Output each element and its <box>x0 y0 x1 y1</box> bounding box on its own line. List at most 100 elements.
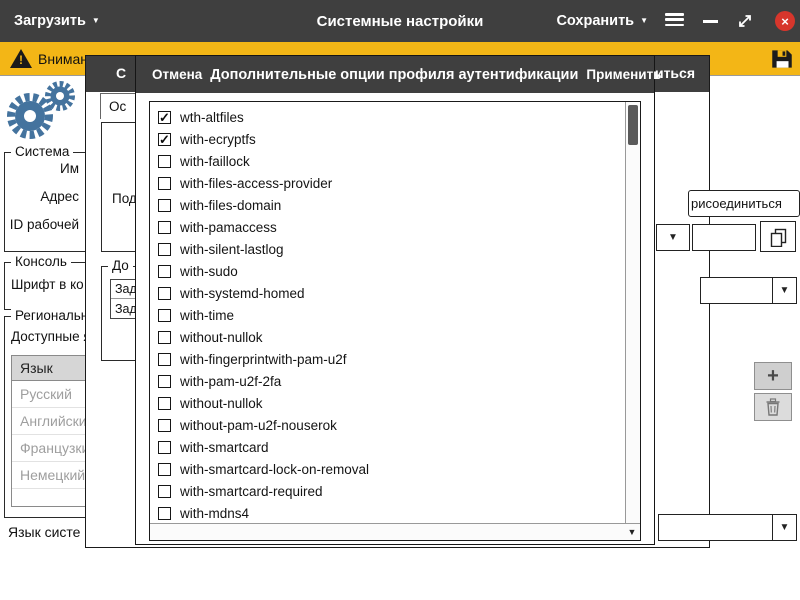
system-language-label: Язык систе <box>8 524 80 540</box>
option-checkbox[interactable] <box>158 199 171 212</box>
option-checkbox[interactable] <box>158 309 171 322</box>
dropdown-select[interactable]: ▼ <box>700 277 797 304</box>
option-checkbox[interactable] <box>158 441 171 454</box>
scrollbar-thumb[interactable] <box>628 105 638 145</box>
scroll-down-arrow[interactable]: ▼ <box>625 524 639 539</box>
option-label: with-pamaccess <box>180 220 277 235</box>
auth-option-row[interactable]: with-pamaccess <box>150 216 625 238</box>
save-file-button[interactable] <box>769 46 795 72</box>
option-checkbox[interactable] <box>158 485 171 498</box>
close-icon: × <box>781 14 789 29</box>
auth-option-row[interactable]: with-systemd-homed <box>150 282 625 304</box>
warning-exclamation: ! <box>10 53 32 67</box>
auth-option-row[interactable]: with-files-domain <box>150 194 625 216</box>
auth-option-row[interactable]: with-files-access-provider <box>150 172 625 194</box>
auth-option-row[interactable]: with-faillock <box>150 150 625 172</box>
additional-fieldset-legend: До <box>108 258 133 273</box>
text-field[interactable] <box>692 224 756 251</box>
option-checkbox[interactable] <box>158 177 171 190</box>
join-button-label: рисоединиться <box>691 196 782 211</box>
system-section-legend: Система <box>11 144 73 159</box>
dropdown-arrow-button[interactable]: ▼ <box>656 224 690 251</box>
console-section-legend: Консоль <box>11 254 71 269</box>
titlebar: Системные настройки Загрузить ▼ Сохранит… <box>0 0 800 42</box>
option-checkbox[interactable] <box>158 419 171 432</box>
auth-option-row[interactable]: without-pam-u2f-nouserok <box>150 414 625 436</box>
auth-option-row[interactable]: with-fingerprintwith-pam-u2f <box>150 348 625 370</box>
option-checkbox[interactable] <box>158 507 171 520</box>
auth-option-row[interactable]: with-mdns4 <box>150 502 625 523</box>
horizontal-scrollbar: ▼ <box>150 523 640 540</box>
hamburger-bar <box>665 13 684 16</box>
option-checkbox[interactable] <box>158 331 171 344</box>
option-checkbox[interactable] <box>158 397 171 410</box>
option-label: with-smartcard-required <box>180 484 323 499</box>
auth-option-row[interactable]: with-smartcard-lock-on-removal <box>150 458 625 480</box>
regional-section-legend: Региональн <box>11 308 92 323</box>
option-checkbox[interactable] <box>158 265 171 278</box>
plus-icon: + <box>767 365 779 388</box>
auth-option-row[interactable]: with-pam-u2f-2fa <box>150 370 625 392</box>
auth-option-row[interactable]: without-nullok <box>150 392 625 414</box>
apply-button[interactable]: Применить <box>578 63 669 86</box>
vertical-scrollbar <box>625 102 640 523</box>
auth-options-modal-header: Отмена Дополнительные опции профиля ауте… <box>136 56 654 93</box>
auth-option-row[interactable]: ✓with-ecryptfs <box>150 128 625 150</box>
close-button[interactable]: × <box>775 11 795 31</box>
auth-option-row[interactable]: with-smartcard-required <box>150 480 625 502</box>
duplicate-button[interactable] <box>760 221 796 252</box>
option-checkbox[interactable] <box>158 375 171 388</box>
option-label: without-nullok <box>180 330 263 345</box>
option-label: wth-altfiles <box>180 110 244 125</box>
option-checkbox[interactable] <box>158 221 171 234</box>
save-menu-button[interactable]: Сохранить ▼ <box>556 0 648 42</box>
console-font-label: Шрифт в ко <box>11 277 84 292</box>
option-checkbox[interactable]: ✓ <box>158 111 171 124</box>
option-label: with-fingerprintwith-pam-u2f <box>180 352 347 367</box>
option-label: with-smartcard-lock-on-removal <box>180 462 369 477</box>
add-button[interactable]: + <box>754 362 792 390</box>
auth-option-row[interactable]: with-silent-lastlog <box>150 238 625 260</box>
delete-button[interactable] <box>754 393 792 421</box>
auth-option-row[interactable]: with-sudo <box>150 260 625 282</box>
field-label-fragment: Под <box>112 191 137 206</box>
option-label: with-files-access-provider <box>180 176 332 191</box>
chevron-down-icon: ▼ <box>772 278 796 303</box>
available-languages-label: Доступные я <box>11 329 91 344</box>
auth-option-row[interactable]: ✓ wth-altfiles <box>150 106 625 128</box>
option-label: with-faillock <box>180 154 250 169</box>
option-label: with-silent-lastlog <box>180 242 284 257</box>
auth-option-row[interactable]: with-time <box>150 304 625 326</box>
option-label: with-sudo <box>180 264 238 279</box>
option-checkbox[interactable] <box>158 287 171 300</box>
auth-option-row[interactable]: with-smartcard <box>150 436 625 458</box>
auth-option-row[interactable]: without-nullok <box>150 326 625 348</box>
option-checkbox[interactable] <box>158 155 171 168</box>
option-label: with-time <box>180 308 234 323</box>
option-label: with-systemd-homed <box>180 286 305 301</box>
option-checkbox[interactable] <box>158 353 171 366</box>
option-label: without-pam-u2f-nouserok <box>180 418 337 433</box>
hamburger-bar <box>665 24 684 27</box>
screen: Системные настройки Загрузить ▼ Сохранит… <box>0 0 800 600</box>
address-field-label: Адрес <box>5 189 79 204</box>
hamburger-menu-button[interactable] <box>665 13 684 29</box>
minimize-button[interactable] <box>703 20 718 23</box>
save-menu-label: Сохранить <box>556 13 634 29</box>
dropdown-select[interactable]: ▼ <box>658 514 797 541</box>
expand-button[interactable] <box>736 12 754 30</box>
option-checkbox[interactable] <box>158 243 171 256</box>
trash-icon <box>764 397 782 417</box>
option-label: with-mdns4 <box>180 506 249 521</box>
gears-logo-icon <box>4 78 82 144</box>
option-checkbox[interactable] <box>158 463 171 476</box>
modal-title: Дополнительные опции профиля аутентифика… <box>210 67 578 83</box>
option-label: without-nullok <box>180 396 263 411</box>
properties-dialog-title-fragment: С <box>116 65 126 81</box>
option-checkbox[interactable]: ✓ <box>158 133 171 146</box>
cancel-button[interactable]: Отмена <box>144 63 210 86</box>
join-button[interactable]: рисоединиться <box>688 190 800 217</box>
chevron-down-icon: ▼ <box>772 515 796 540</box>
expand-icon <box>736 12 754 30</box>
load-menu-button[interactable]: Загрузить ▼ <box>14 0 100 42</box>
